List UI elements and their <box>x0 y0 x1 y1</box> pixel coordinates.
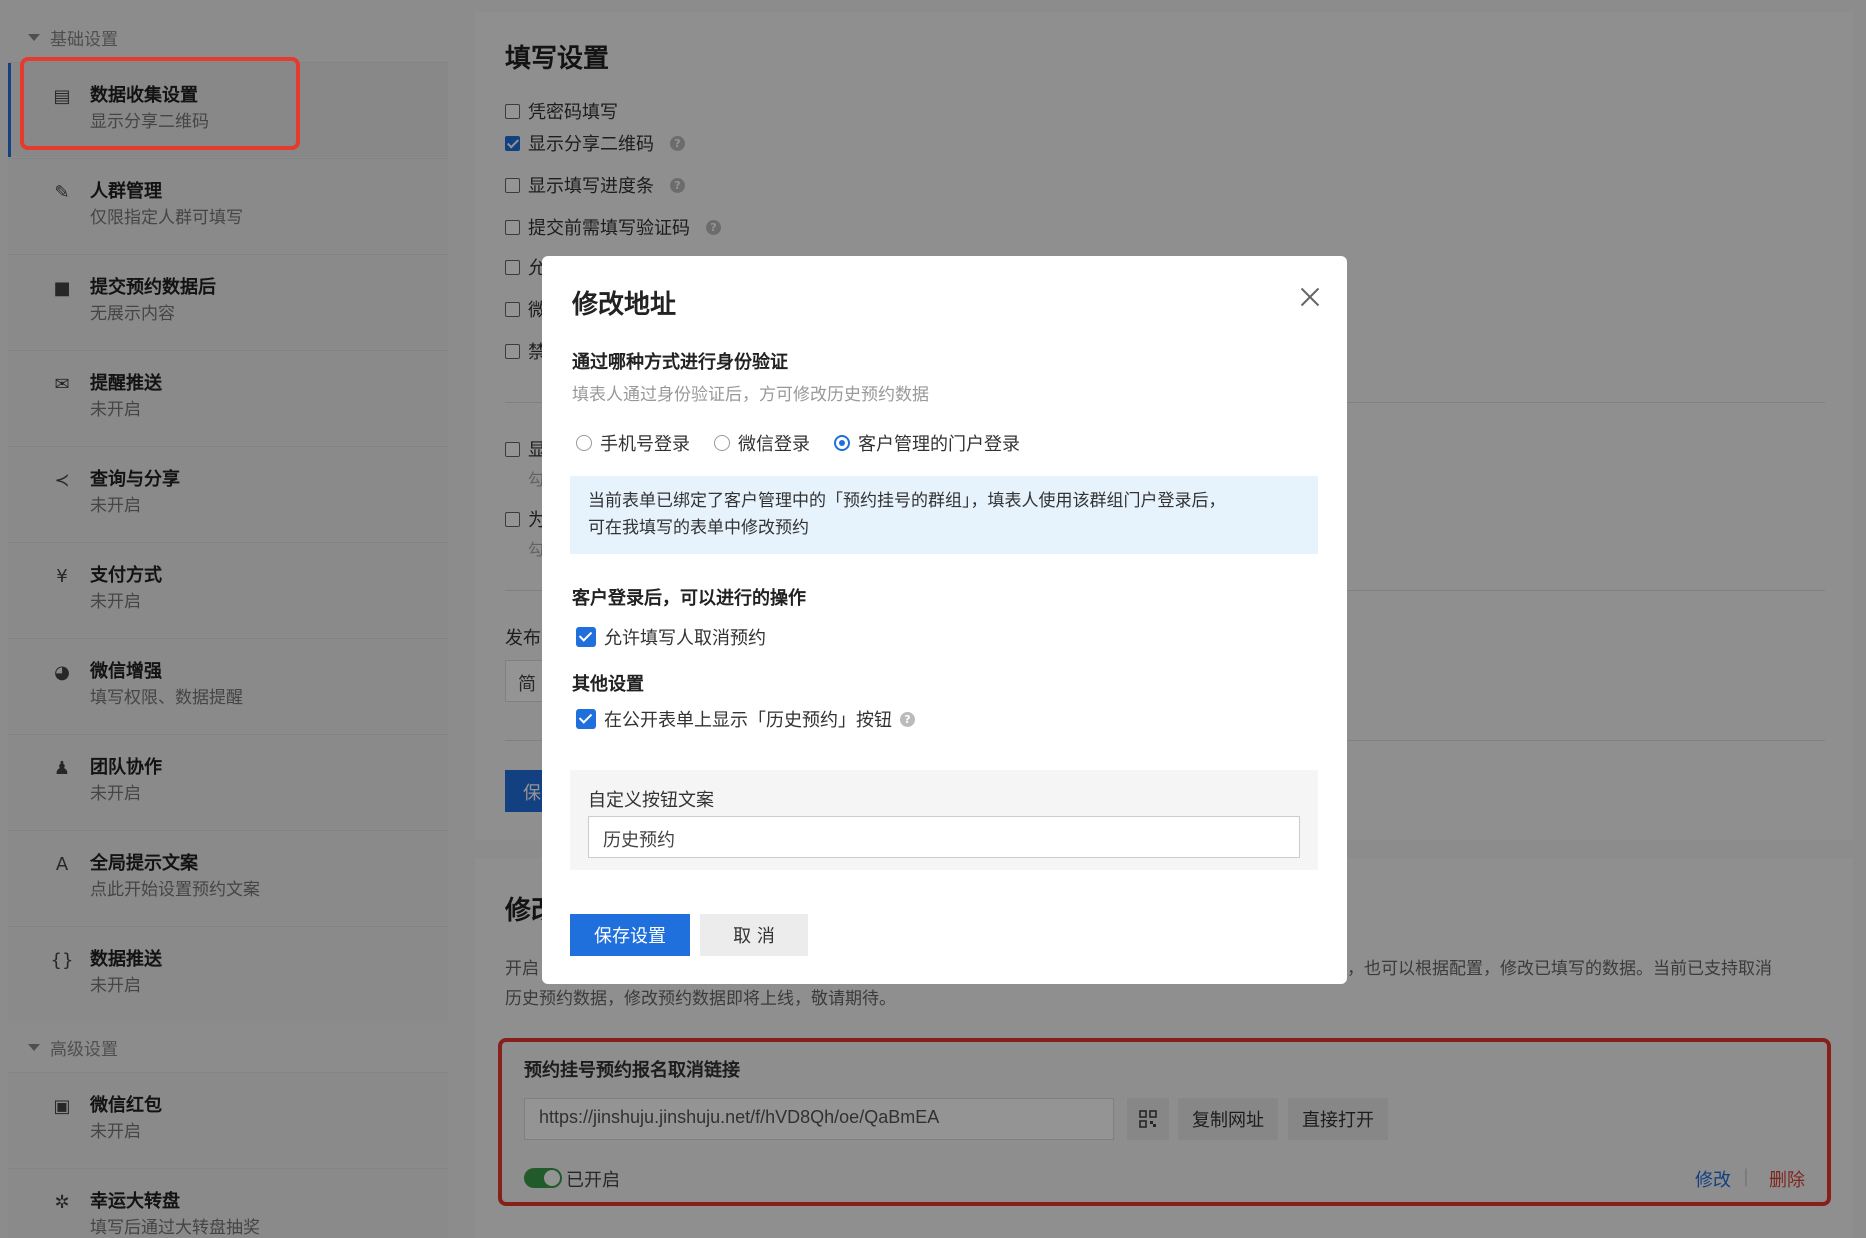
checkbox-checked[interactable] <box>576 627 596 647</box>
auth-label: 通过哪种方式进行身份验证 <box>572 352 788 373</box>
custom-button-input[interactable]: 历史预约 <box>588 816 1300 858</box>
modify-address-modal: 修改地址 通过哪种方式进行身份验证 填表人通过身份验证后，方可修改历史预约数据 … <box>542 256 1347 984</box>
help-icon[interactable]: ? <box>900 711 915 727</box>
close-icon[interactable] <box>1299 286 1321 308</box>
radio[interactable] <box>714 435 730 451</box>
radio-label: 客户管理的门户登录 <box>858 434 1020 455</box>
info-line-1: 当前表单已绑定了客户管理中的「预约挂号的群组」，填表人使用该群组门户登录后， <box>588 491 1226 511</box>
radio-selected[interactable] <box>834 435 850 451</box>
other-settings-label: 其他设置 <box>572 674 644 695</box>
modal-title: 修改地址 <box>572 290 677 320</box>
allow-cancel-option[interactable]: 允许填写人取消预约 <box>576 624 766 650</box>
custom-button-label: 自定义按钮文案 <box>588 790 714 811</box>
checkbox-checked[interactable] <box>576 709 596 729</box>
auth-sub: 填表人通过身份验证后，方可修改历史预约数据 <box>572 385 929 405</box>
radio-phone-login[interactable]: 手机号登录 <box>576 430 690 456</box>
info-line-2: 可在我填写的表单中修改预约 <box>588 518 809 538</box>
ops-label: 客户登录后，可以进行的操作 <box>572 588 806 609</box>
info-notice: 当前表单已绑定了客户管理中的「预约挂号的群组」，填表人使用该群组门户登录后， 可… <box>570 476 1318 554</box>
auth-radio-group: 手机号登录 微信登录 客户管理的门户登录 <box>576 430 1044 456</box>
cancel-button[interactable]: 取 消 <box>700 914 808 956</box>
option-label: 在公开表单上显示「历史预约」按钮 <box>604 710 892 731</box>
active-item-highlight <box>20 57 300 150</box>
radio-label: 手机号登录 <box>600 434 690 455</box>
show-history-button-option[interactable]: 在公开表单上显示「历史预约」按钮 ? <box>576 706 915 732</box>
option-label: 允许填写人取消预约 <box>604 628 766 649</box>
radio[interactable] <box>576 435 592 451</box>
save-settings-button[interactable]: 保存设置 <box>570 914 690 956</box>
radio-wechat-login[interactable]: 微信登录 <box>714 430 810 456</box>
radio-label: 微信登录 <box>738 434 810 455</box>
custom-button-panel: 自定义按钮文案 历史预约 <box>570 770 1318 870</box>
radio-portal-login[interactable]: 客户管理的门户登录 <box>834 430 1020 456</box>
